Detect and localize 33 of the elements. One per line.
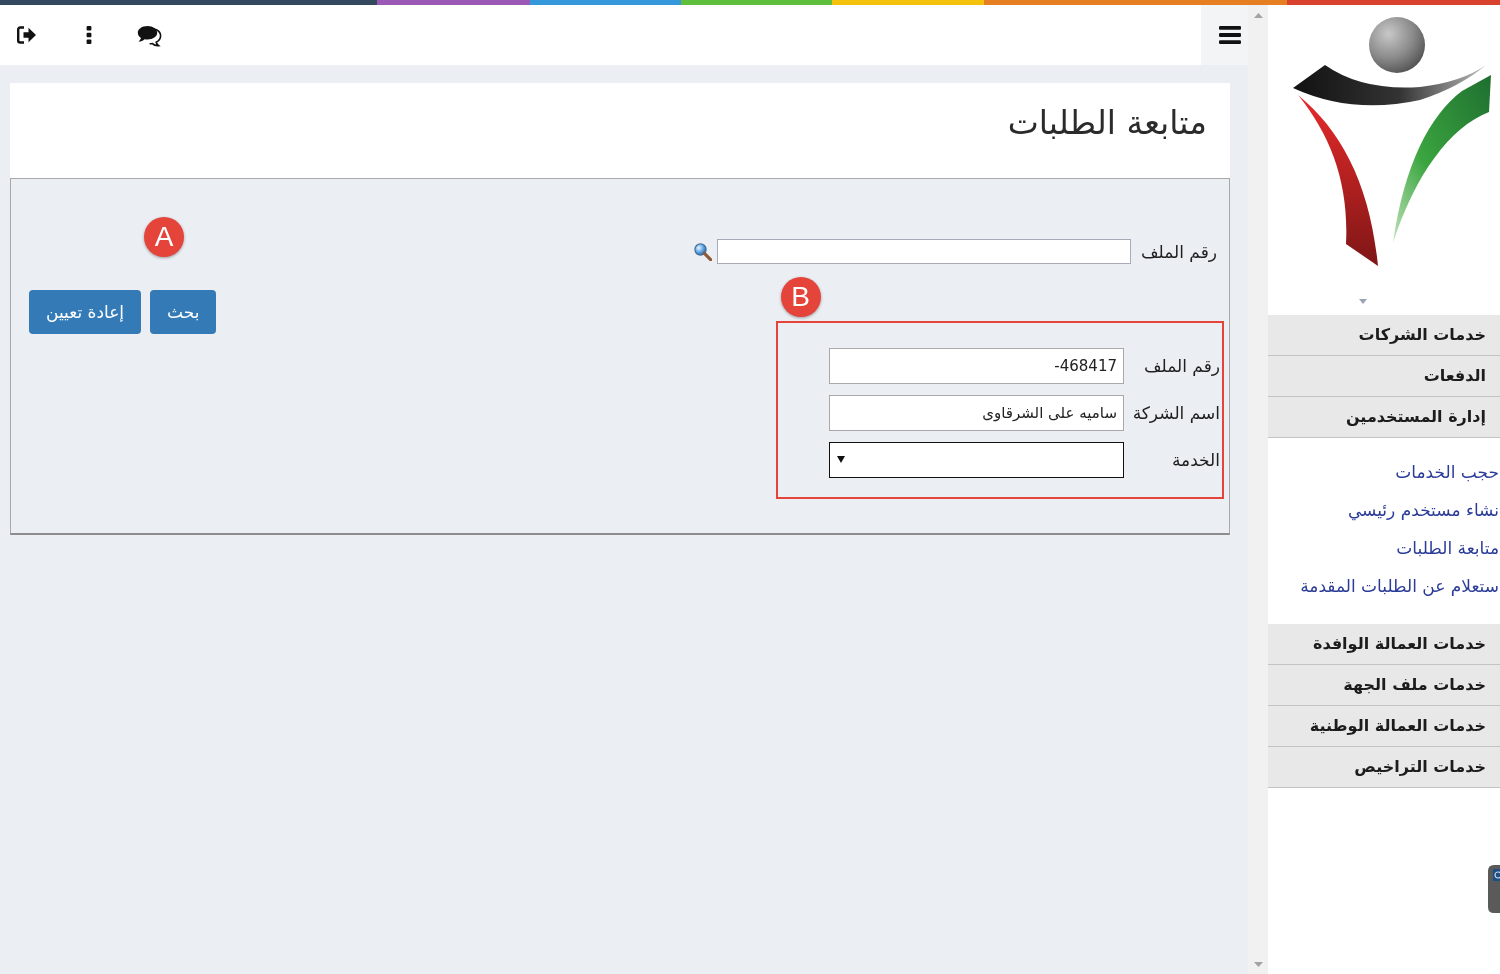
caret-down-icon [837,456,845,463]
select-field[interactable] [829,441,1124,478]
text-field[interactable]: -468417 [829,347,1124,384]
sidebar-item[interactable]: الدفعات [1268,356,1500,397]
sign-out-icon[interactable] [17,26,37,44]
submenu-link[interactable]: ستعلام عن الطلبات المقدمة [1300,575,1499,598]
field-label: الخدمة [1171,449,1220,470]
more-vertical-icon[interactable] [86,26,92,44]
search-input[interactable] [717,239,1131,264]
chat-bubbles-icon[interactable] [137,25,163,47]
sidebar-item[interactable]: إدارة المستخدمين [1268,397,1500,438]
floating-widget-icon[interactable] [1488,865,1500,913]
sidebar-item[interactable]: خدمات العمالة الوطنية [1268,706,1500,747]
caret-down-icon [1359,299,1367,304]
text-field[interactable]: ساميه على الشرقاوى [829,394,1124,431]
sidebar-item[interactable]: خدمات الشركات [1268,315,1500,356]
sidebar-item[interactable]: خدمات التراخيص [1268,747,1500,788]
annotation-marker: A [144,217,184,257]
page-title: متابعة الطلبات [1007,102,1207,143]
field-label: رقم الملف [1141,241,1217,262]
menu-button[interactable] [1201,5,1248,65]
sidebar-item[interactable]: خدمات العمالة الوافدة [1268,624,1500,665]
submenu-link[interactable]: نشاء مستخدم رئيسي [1347,499,1499,522]
sidebar-item[interactable]: خدمات ملف الجهة [1268,665,1500,706]
menu-icon[interactable] [1219,26,1241,44]
annotation-marker: B [780,276,821,317]
search-icon[interactable] [694,242,712,261]
field-label: اسم الشركة [1132,402,1220,423]
submenu-link[interactable]: حجب الخدمات [1395,461,1499,484]
action-button[interactable]: إعادة تعيين [29,290,142,334]
submenu-link[interactable]: متابعة الطلبات [1396,537,1499,560]
field-label: رقم الملف [1144,355,1220,376]
action-button[interactable]: بحث [150,290,217,334]
